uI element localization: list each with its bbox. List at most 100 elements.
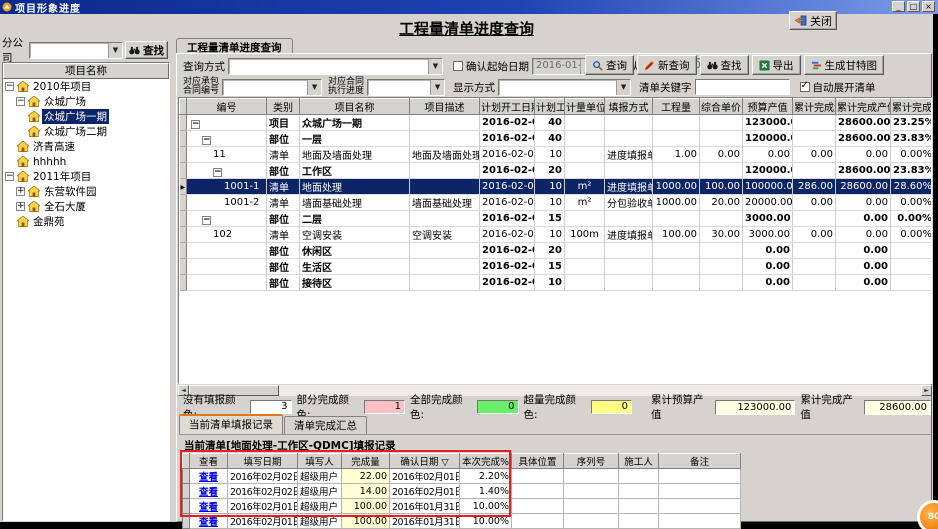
record-column-header[interactable]: 确认日期 ▽ — [390, 454, 460, 469]
grid-row[interactable]: 11 清单 地面及墙面处理 地面及墙面处理 2016-02-01 10 进度填报… — [180, 147, 933, 163]
expand-toggle-icon[interactable]: − — [191, 120, 200, 129]
row-selector[interactable] — [180, 179, 187, 195]
grid-row[interactable]: − 部位 二层 2016-02-01 15 3000.00 — [180, 211, 933, 227]
grid-column-header[interactable]: 累计完成量 — [793, 99, 836, 115]
grid-column-header[interactable]: 工程量 — [653, 99, 700, 115]
view-link[interactable]: 查看 — [190, 484, 228, 499]
record-column-header[interactable]: 备注 — [659, 454, 741, 469]
contract-progress-select[interactable] — [367, 79, 445, 96]
record-column-header[interactable]: 完成量 — [342, 454, 390, 469]
tab-progress-query[interactable]: 工程量清单进度查询 — [176, 38, 293, 53]
grid-row[interactable]: 部位 休闲区 2016-02-01 20 0.00 — [180, 243, 933, 259]
close-button[interactable]: 关闭 — [789, 11, 837, 30]
restore-icon[interactable]: □ — [907, 1, 920, 12]
grid-column-header[interactable]: 预算产值 — [743, 99, 793, 115]
grid-row[interactable]: − 项目 众城广场一期 2016-02-01 40 123000.00 — [180, 115, 933, 131]
expand-toggle-icon[interactable]: − — [5, 172, 14, 181]
row-selector[interactable] — [183, 499, 190, 514]
tree-item[interactable]: hhhhh — [3, 154, 169, 169]
grid-row[interactable]: − 部位 工作区 2016-02-01 20 120000.00 — [180, 163, 933, 179]
record-column-header[interactable]: 序列号 — [564, 454, 619, 469]
chevron-down-icon[interactable] — [307, 80, 321, 95]
expand-toggle-icon[interactable]: − — [202, 216, 211, 225]
view-link[interactable]: 查看 — [190, 514, 228, 529]
grid-row[interactable]: 1001-1 清单 地面处理 2016-02-01 10 m² 进度填报单 10… — [180, 179, 933, 195]
record-row[interactable]: 查看 2016年02月02日 超级用户 14.00 2016年02月01日 1.… — [183, 484, 741, 499]
expand-toggle-icon[interactable]: − — [16, 97, 25, 106]
grid-column-header[interactable]: 编号 — [187, 99, 267, 115]
chevron-down-icon[interactable] — [428, 59, 442, 74]
expand-toggle-icon[interactable]: + — [16, 187, 25, 196]
row-selector[interactable] — [183, 514, 190, 529]
grid-column-header[interactable]: 计划工期 — [535, 99, 565, 115]
grid-column-header[interactable]: 填报方式 — [605, 99, 653, 115]
tree-item[interactable]: − 2010年项目 — [3, 79, 169, 94]
expand-toggle-icon[interactable]: + — [16, 202, 25, 211]
record-column-header[interactable]: 本次完成% — [460, 454, 512, 469]
chevron-down-icon[interactable] — [108, 43, 122, 58]
grid-row[interactable]: 部位 生活区 2016-02-01 15 0.00 — [180, 259, 933, 275]
record-row[interactable]: 查看 2016年02月01日 超级用户 100.00 2016年01月31日 1… — [183, 514, 741, 529]
row-selector[interactable] — [180, 115, 187, 131]
row-selector[interactable] — [180, 211, 187, 227]
tree-item[interactable]: 济青高速 — [3, 139, 169, 154]
grid-row[interactable]: 1001-2 清单 墙面基础处理 墙面基础处理 2016-02-01 10 m²… — [180, 195, 933, 211]
grid-column-header[interactable]: 综合单价 — [700, 99, 743, 115]
chevron-down-icon[interactable] — [430, 80, 444, 95]
expand-toggle-icon[interactable]: − — [202, 136, 211, 145]
row-selector[interactable] — [180, 131, 187, 147]
grid-column-header[interactable]: 计量单位 — [565, 99, 605, 115]
grid-row[interactable]: 102 清单 空调安装 空调安装 2016-02-01 10 100m 进度填报… — [180, 227, 933, 243]
chevron-down-icon[interactable] — [616, 80, 630, 95]
tree-item[interactable]: 金鼎苑 — [3, 214, 169, 229]
view-link[interactable]: 查看 — [190, 499, 228, 514]
record-column-header[interactable]: 施工人 — [619, 454, 659, 469]
tree-item[interactable]: 众城广场二期 — [3, 124, 169, 139]
grid-column-header[interactable]: 项目名称 — [300, 99, 410, 115]
tree-item[interactable]: + 东营软件园 — [3, 184, 169, 199]
expand-toggle-icon[interactable]: − — [5, 82, 14, 91]
grid-column-header[interactable]: 累计完成产值 — [836, 99, 891, 115]
contract-no-select[interactable] — [222, 79, 322, 96]
record-column-header[interactable]: 具体位置 — [512, 454, 564, 469]
tree-item[interactable]: 众城广场一期 — [3, 109, 169, 124]
row-selector[interactable] — [183, 469, 190, 484]
grid-column-header[interactable]: 计划开工日期 — [480, 99, 535, 115]
grid-row[interactable]: 部位 接待区 2016-02-01 10 0.00 — [180, 275, 933, 291]
export-button[interactable]: 导出 — [752, 55, 801, 75]
tree-item[interactable]: − 众城广场 — [3, 94, 169, 109]
find-button[interactable]: 查找 — [700, 55, 749, 75]
record-column-header[interactable]: 查看 — [190, 454, 228, 469]
confirm-start-checkbox[interactable] — [453, 61, 463, 71]
tree-item[interactable]: + 全石大厦 — [3, 199, 169, 214]
tree-item[interactable]: − 2011年项目 — [3, 169, 169, 184]
record-column-header[interactable]: 填写日期 — [228, 454, 298, 469]
bottom-tab[interactable]: 当前清单填报记录 — [179, 414, 283, 434]
row-selector[interactable] — [180, 163, 187, 179]
company-select[interactable] — [29, 42, 123, 59]
keyword-input[interactable] — [695, 79, 790, 95]
display-mode-select[interactable] — [498, 79, 631, 96]
row-selector[interactable] — [180, 275, 187, 291]
new-query-button[interactable]: 新查询 — [637, 55, 697, 75]
row-selector[interactable] — [180, 195, 187, 211]
row-selector[interactable] — [180, 259, 187, 275]
grid-column-header[interactable]: 类别 — [267, 99, 300, 115]
record-column-header[interactable]: 填写人 — [298, 454, 342, 469]
grid-column-header[interactable]: 项目描述 — [410, 99, 480, 115]
record-row[interactable]: 查看 2016年02月02日 超级用户 22.00 2016年02月01日 2.… — [183, 469, 741, 484]
gantt-button[interactable]: 生成甘特图 — [804, 55, 885, 75]
close-window-icon[interactable]: × — [922, 1, 935, 12]
query-button[interactable]: 查询 — [585, 55, 634, 75]
auto-expand-checkbox[interactable] — [800, 82, 810, 92]
view-link[interactable]: 查看 — [190, 469, 228, 484]
row-selector[interactable] — [180, 227, 187, 243]
expand-toggle-icon[interactable]: − — [213, 168, 222, 177]
sidebar-find-button[interactable]: 查找 — [125, 41, 168, 59]
record-row[interactable]: 查看 2016年02月01日 超级用户 100.00 2016年01月31日 1… — [183, 499, 741, 514]
row-selector[interactable] — [180, 243, 187, 259]
bottom-tab[interactable]: 清单完成汇总 — [284, 416, 367, 434]
minimize-icon[interactable]: _ — [892, 1, 905, 12]
grid-column-header[interactable]: 累计完成% — [891, 99, 933, 115]
row-selector[interactable] — [180, 147, 187, 163]
